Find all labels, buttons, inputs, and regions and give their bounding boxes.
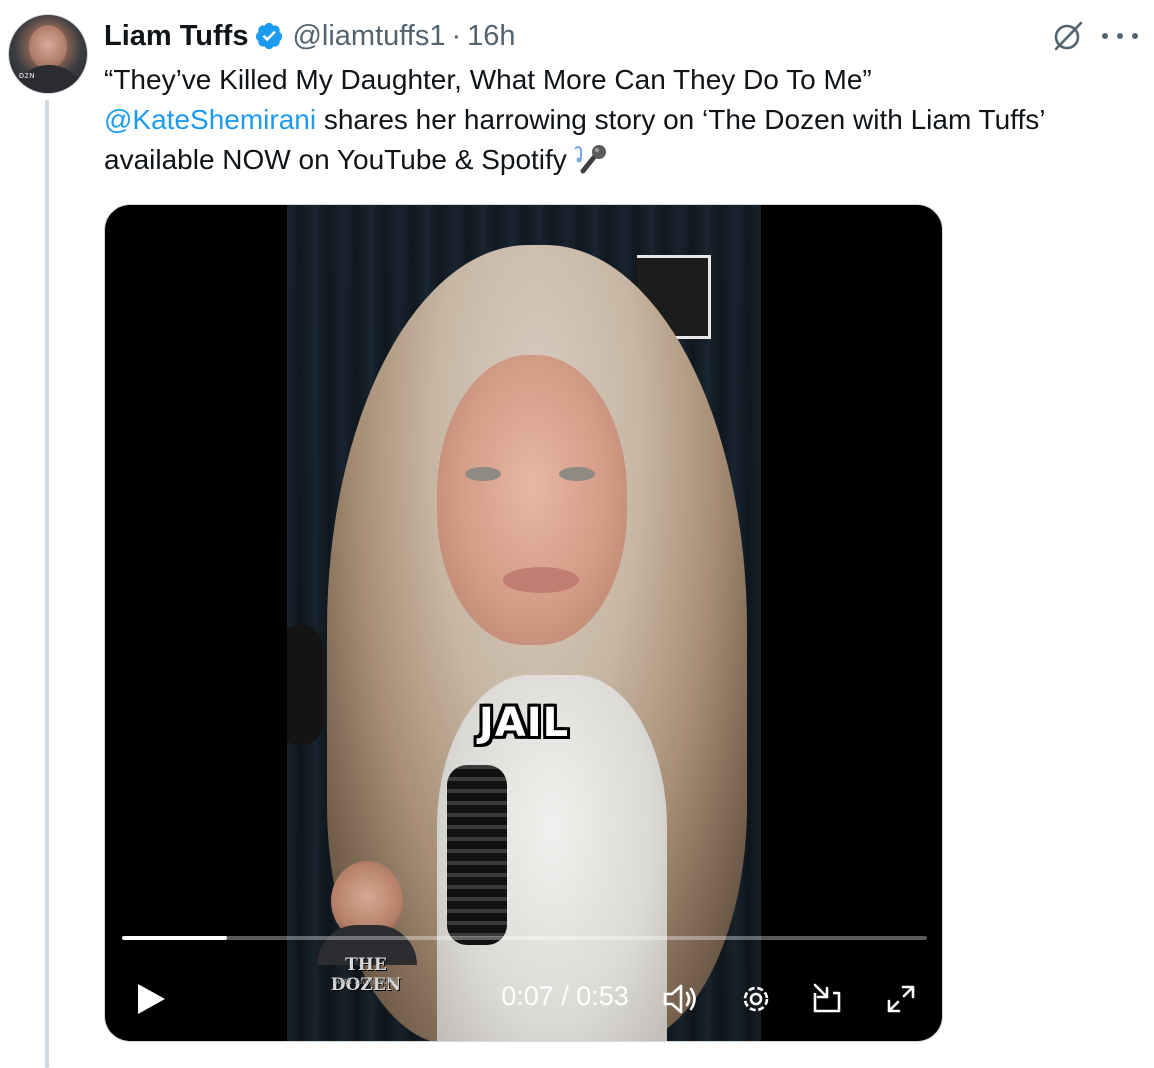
- fullscreen-icon[interactable]: [881, 979, 921, 1019]
- shirt-trim: [447, 765, 507, 945]
- tweet-line-2: @KateShemirani shares her harrowing stor…: [104, 100, 1144, 140]
- grok-icon[interactable]: [1050, 18, 1086, 54]
- dock-icon[interactable]: [807, 979, 847, 1019]
- avatar-label: DZN: [19, 73, 35, 80]
- avatar-face: [29, 25, 67, 69]
- video-caption: JAIL: [478, 700, 570, 746]
- more-dot: [1132, 33, 1138, 39]
- play-icon[interactable]: [133, 981, 169, 1017]
- gear-icon[interactable]: [736, 979, 776, 1019]
- video-subject-face: [437, 355, 627, 645]
- header-separator: ·: [451, 19, 462, 52]
- tweet-time[interactable]: 16h: [467, 20, 515, 53]
- video-frame: JAIL THE DOZEN with Liam Tuffs: [287, 205, 761, 1041]
- thread-line: [45, 100, 49, 1068]
- logo-title: THE DOZEN: [330, 955, 402, 995]
- subject-eye: [465, 467, 501, 481]
- subject-lips: [503, 567, 579, 593]
- more-dot: [1102, 33, 1108, 39]
- subject-eye: [559, 467, 595, 481]
- author-handle[interactable]: @liamtuffs1: [292, 20, 445, 53]
- video-time: 0:07 / 0:53: [501, 981, 629, 1011]
- mention-link[interactable]: @KateShemirani: [104, 104, 316, 135]
- video-progress-fill: [122, 936, 227, 940]
- verified-badge-icon: [256, 22, 283, 50]
- show-logo: THE DOZEN with Liam Tuffs: [311, 855, 421, 995]
- volume-icon[interactable]: [661, 979, 701, 1019]
- logo-subtitle: with Liam Tuffs: [334, 977, 398, 986]
- tweet-line-3-text: available NOW on YouTube & Spotify: [104, 144, 567, 175]
- video-player[interactable]: JAIL THE DOZEN with Liam Tuffs 0:07 / 0:…: [104, 204, 943, 1042]
- tweet-header: Liam Tuffs @liamtuffs1 · 16h: [104, 18, 516, 54]
- more-icon[interactable]: [1100, 20, 1140, 52]
- video-progress-bar[interactable]: [122, 936, 927, 940]
- tweet-line-1: “They’ve Killed My Daughter, What More C…: [104, 64, 872, 95]
- tweet-line-3: available NOW on YouTube & Spotify: [104, 140, 1144, 180]
- author-name[interactable]: Liam Tuffs: [104, 20, 248, 53]
- microphone-icon: [573, 145, 606, 174]
- tweet-text: “They’ve Killed My Daughter, What More C…: [104, 60, 1144, 180]
- more-dot: [1117, 33, 1123, 39]
- tweet-line-2-text: shares her harrowing story on ‘The Dozen…: [316, 104, 1046, 135]
- avatar[interactable]: DZN: [8, 14, 88, 94]
